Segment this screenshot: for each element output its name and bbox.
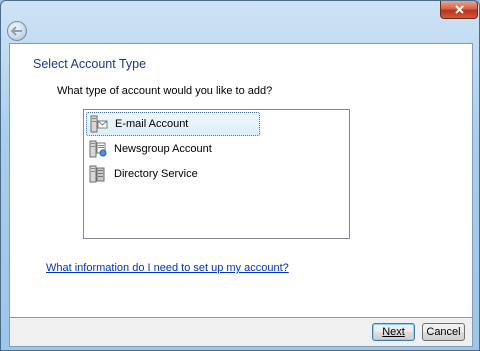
next-button[interactable]: Next <box>372 323 415 341</box>
cancel-button[interactable]: Cancel <box>422 323 465 341</box>
question-label: What type of account would you like to a… <box>57 85 273 97</box>
list-item-email-account[interactable]: E-mail Account <box>86 112 260 136</box>
list-item-newsgroup-account[interactable]: Newsgroup Account <box>86 137 261 161</box>
newsgroup-account-icon <box>88 138 108 160</box>
directory-service-icon <box>88 163 108 185</box>
page-title: Select Account Type <box>33 57 147 71</box>
back-arrow-icon <box>11 26 22 36</box>
email-account-icon <box>89 113 109 135</box>
next-button-label: Next <box>382 326 405 338</box>
close-button[interactable] <box>440 1 478 19</box>
button-bar: Next Cancel <box>9 318 473 347</box>
list-item-label: Newsgroup Account <box>114 143 212 155</box>
list-item-directory-service[interactable]: Directory Service <box>86 162 261 186</box>
window-frame: Select Account Type What type of account… <box>0 0 480 351</box>
dialog-content: Select Account Type What type of account… <box>9 43 473 318</box>
help-link[interactable]: What information do I need to set up my … <box>46 262 289 274</box>
account-type-list[interactable]: E-mail Account Newsgroup Account Directo… <box>83 109 350 239</box>
list-item-label: E-mail Account <box>115 118 189 130</box>
title-bar <box>1 1 479 41</box>
list-item-label: Directory Service <box>114 168 198 180</box>
back-button[interactable] <box>7 21 27 41</box>
cancel-button-label: Cancel <box>426 326 461 338</box>
close-icon <box>454 5 464 14</box>
